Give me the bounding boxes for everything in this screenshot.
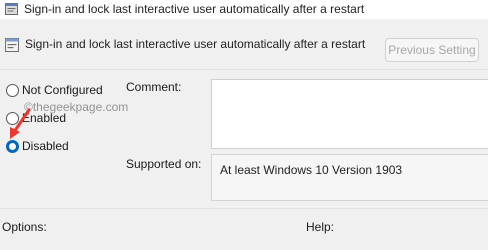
radio-label: Not Configured	[22, 83, 103, 97]
section-divider	[0, 208, 488, 209]
radio-circle[interactable]	[6, 84, 19, 97]
policy-window-icon	[4, 1, 20, 20]
comment-label: Comment:	[126, 80, 182, 94]
policy-setting-icon	[4, 37, 20, 56]
comment-textarea[interactable]	[211, 79, 488, 149]
title-bar: Sign-in and lock last interactive user a…	[0, 0, 488, 19]
window-title: Sign-in and lock last interactive user a…	[24, 2, 365, 16]
supported-on-field: At least Windows 10 Version 1903	[211, 154, 488, 201]
header-divider	[0, 69, 488, 70]
help-label: Help:	[306, 220, 335, 234]
supported-on-value: At least Windows 10 Version 1903	[220, 163, 403, 177]
red-arrow-icon	[4, 108, 40, 147]
supported-on-label: Supported on:	[126, 157, 202, 171]
previous-setting-button[interactable]: Previous Setting	[385, 38, 479, 62]
options-label: Options:	[2, 220, 47, 234]
policy-title: Sign-in and lock last interactive user a…	[25, 37, 366, 51]
